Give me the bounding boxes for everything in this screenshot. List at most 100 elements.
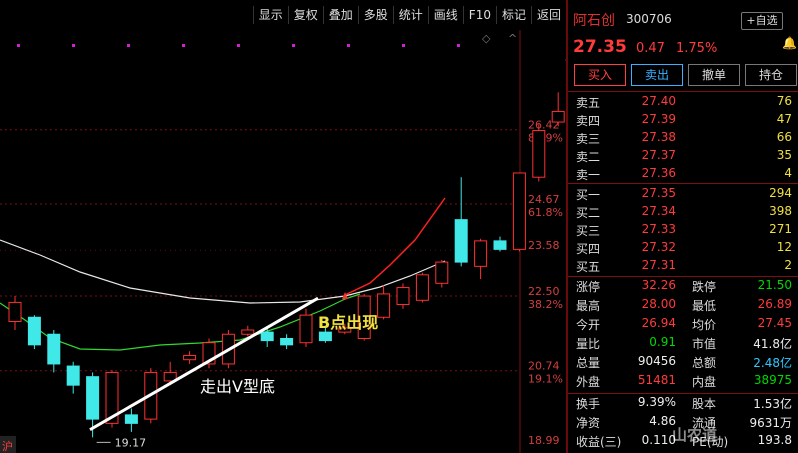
stat-value: 27.45 <box>757 316 792 330</box>
add-watchlist-button[interactable]: +自选 <box>741 12 783 30</box>
stat-value: 26.89 <box>757 297 792 311</box>
bell-icon[interactable]: 🔔 <box>782 36 797 50</box>
orderbook-price: 27.34 <box>641 204 676 218</box>
diamond-icon: ◇ <box>482 32 491 45</box>
orderbook-price: 27.38 <box>641 130 676 144</box>
orderbook-level: 卖三 <box>576 132 601 146</box>
stats-row: 换手 9.39% 股本 1.53亿 <box>568 395 798 413</box>
divider-line <box>568 91 798 92</box>
orderbook-row[interactable]: 买四 27.32 12 <box>568 240 798 258</box>
kline-chart[interactable]: ◇ ^26.4224.6723.5822.5020.7418.9980.9%61.… <box>0 0 566 453</box>
stat-value: 26.94 <box>641 316 676 330</box>
sell-button[interactable]: 卖出 <box>631 64 683 86</box>
stat-label: 今开 <box>576 318 601 332</box>
marker-dot <box>347 44 350 47</box>
trade-buttons: 买入 卖出 撤单 持仓 <box>574 64 797 86</box>
stat-label: 净资 <box>576 416 601 430</box>
stat-label: 总量 <box>576 356 601 370</box>
current-price: 27.35 <box>573 37 627 57</box>
orderbook-row[interactable]: 买二 27.34 398 <box>568 204 798 222</box>
stat-label: 收益(三) <box>576 435 622 449</box>
stock-code: 300706 <box>626 12 672 26</box>
candle-up <box>435 261 449 284</box>
fib-percent-label: 61.8% <box>528 206 563 219</box>
orderbook-row[interactable]: 卖五 27.40 76 <box>568 94 798 112</box>
orderbook-volume: 12 <box>776 240 792 254</box>
orderbook-price: 27.37 <box>641 148 676 162</box>
stat-label: 股本 <box>692 397 717 411</box>
stat-label: 外盘 <box>576 375 601 389</box>
low-marker-label: 19.17 <box>115 436 147 449</box>
toolbar-button[interactable]: 统计 <box>392 6 428 24</box>
marker-dot <box>17 44 20 47</box>
orderbook-row[interactable]: 卖三 27.38 66 <box>568 130 798 148</box>
stats-row: 今开 26.94 均价 27.45 <box>568 316 798 334</box>
orderbook-level: 买二 <box>576 206 601 220</box>
stat-value: 28.00 <box>641 297 676 311</box>
annotation-b-point: B点出现 <box>318 313 378 332</box>
candle-up <box>299 314 313 344</box>
price-axis-label: 23.58 <box>528 239 560 252</box>
orderbook-volume: 76 <box>776 94 792 108</box>
candle-up <box>532 130 546 178</box>
stat-value: 90456 <box>637 354 676 368</box>
cancel-order-button[interactable]: 撤单 <box>688 64 740 86</box>
orderbook-level: 买五 <box>576 260 601 274</box>
orderbook-row[interactable]: 卖四 27.39 47 <box>568 112 798 130</box>
toolbar-button[interactable]: 显示 <box>252 6 288 24</box>
stats-row: 总量 90456 总额 2.48亿 <box>568 354 798 372</box>
candle-up <box>551 110 565 123</box>
orderbook-row[interactable]: 卖二 27.37 35 <box>568 148 798 166</box>
toolbar-button[interactable]: 多股 <box>357 6 393 24</box>
candle-up <box>377 293 391 318</box>
orderbook-volume: 271 <box>769 222 792 236</box>
quote-panel: 阿石创 300706 +自选 27.35 0.47 1.75% 🔔 买入 卖出 … <box>568 0 798 453</box>
orderbook-level: 买四 <box>576 242 601 256</box>
candle-down <box>280 337 294 346</box>
orderbook-row[interactable]: 买三 27.33 271 <box>568 222 798 240</box>
stat-value: 9631万 <box>749 416 792 430</box>
price-axis-label: 20.74 <box>528 360 560 373</box>
candle-down <box>27 316 41 346</box>
buy-button[interactable]: 买入 <box>574 64 626 86</box>
divider-line <box>568 393 798 394</box>
price-change-percent: 1.75% <box>676 41 718 56</box>
toolbar-button[interactable]: 画线 <box>427 6 463 24</box>
toolbar-button[interactable]: 返回 <box>530 6 566 24</box>
orderbook-price: 27.32 <box>641 240 676 254</box>
stat-value: 193.8 <box>757 433 792 447</box>
stat-value: 9.39% <box>637 395 676 409</box>
positions-button[interactable]: 持仓 <box>745 64 797 86</box>
chevron-up-icon: ^ <box>508 32 517 45</box>
stat-value: 21.50 <box>757 278 792 292</box>
candle-up <box>512 172 526 250</box>
marker-dot <box>182 44 185 47</box>
orderbook-volume: 35 <box>776 148 792 162</box>
toolbar-button[interactable]: 复权 <box>287 6 323 24</box>
candle-down <box>260 331 274 342</box>
orderbook-level: 买三 <box>576 224 601 238</box>
marker-dot <box>402 44 405 47</box>
stat-label: 均价 <box>692 318 717 332</box>
toolbar-button[interactable]: 叠加 <box>322 6 358 24</box>
toolbar-button[interactable]: 标记 <box>495 6 531 24</box>
orderbook-price: 27.39 <box>641 112 676 126</box>
stat-label: 内盘 <box>692 375 717 389</box>
kline-chart-panel[interactable]: ◇ ^ 26.42 24.67 23.58 22.50 20.74 18.99 80.9% 61.… <box>0 0 566 453</box>
orderbook-row[interactable]: 买五 27.31 2 <box>568 258 798 276</box>
toolbar-button[interactable]: F10 <box>462 6 496 24</box>
watermark: 山农道 <box>672 426 718 444</box>
stat-label: 总额 <box>692 356 717 370</box>
candle-up <box>241 329 255 335</box>
orderbook-volume: 66 <box>776 130 792 144</box>
stat-value: 51481 <box>637 373 676 387</box>
marker-dot <box>457 44 460 47</box>
orderbook-row[interactable]: 买一 27.35 294 <box>568 186 798 204</box>
stat-value: 38975 <box>753 373 792 387</box>
candle-up <box>396 287 410 306</box>
orderbook-level: 卖一 <box>576 168 601 182</box>
marker-dot <box>292 44 295 47</box>
stat-label: 跌停 <box>692 280 717 294</box>
orderbook-row[interactable]: 卖一 27.36 4 <box>568 166 798 184</box>
orderbook-volume: 2 <box>784 258 792 272</box>
